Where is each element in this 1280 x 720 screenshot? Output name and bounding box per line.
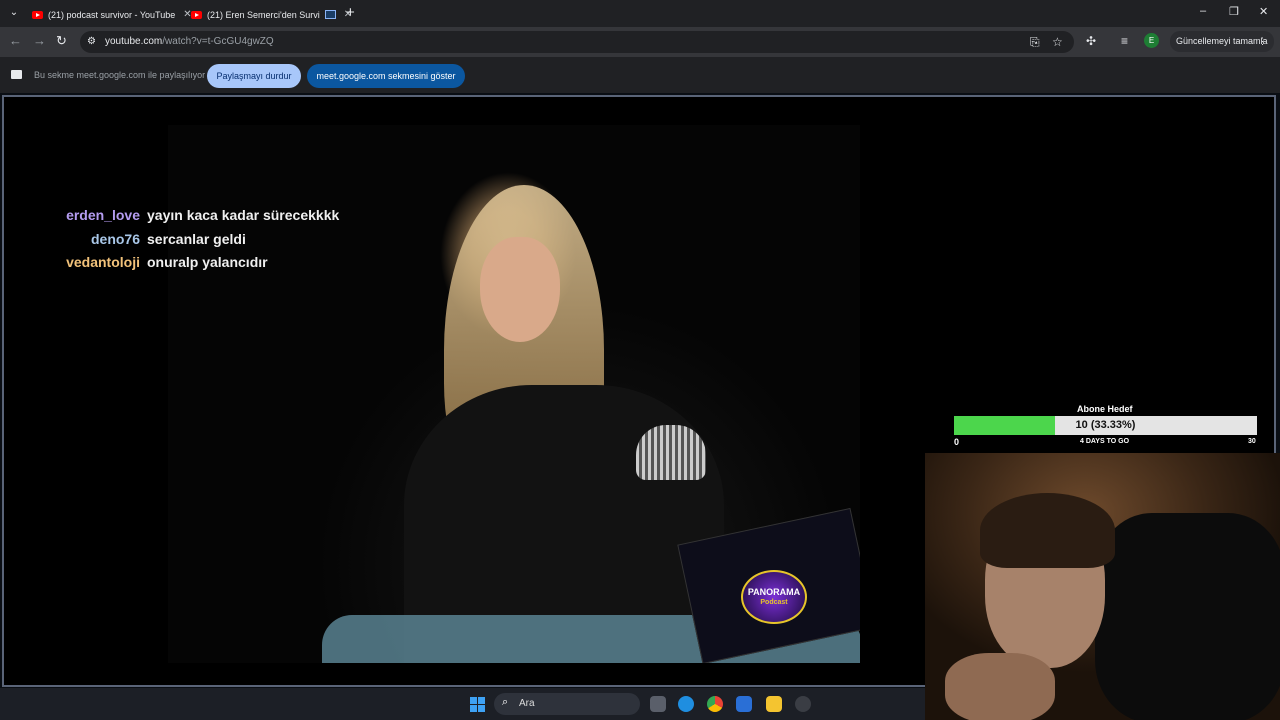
edge-icon[interactable] [678,696,694,712]
goal-min: 0 [954,437,960,447]
tab-strip: ⌄ (21) podcast survivor - YouTube ✕ (21)… [0,0,1280,27]
arrow-left-icon[interactable]: ← [9,33,22,49]
chat-message: deno76 sercanlar geldi [0,231,400,253]
goal-days-left: 4 DAYS TO GO [1080,438,1130,445]
star-icon[interactable]: ☆ [1052,35,1063,49]
tab-eren-semerci[interactable]: (21) Eren Semerci'den Survi ✕ [191,4,352,25]
search-label: Ara [519,698,535,709]
video-player[interactable]: PANORAMA Podcast [168,125,860,663]
site-info-icon[interactable]: ⚙ [87,36,98,47]
chrome-icon[interactable] [707,696,723,712]
settings-icon[interactable] [795,696,811,712]
close-window-button[interactable]: ✕ [1259,5,1268,18]
search-icon: ⌕ [502,696,509,708]
tab-search-icon[interactable]: ⌄ [6,5,22,21]
taskbar: ⌕ Ara [0,688,925,720]
chat-text: onuralp yalancıdır [147,254,268,270]
youtube-icon [191,10,202,19]
url-text[interactable]: youtube.com/watch?v=t-GcGU4gwZQ [105,36,274,47]
goal-max: 30 [1248,438,1256,445]
tab-podcast-survivor[interactable]: (21) podcast survivor - YouTube ✕ [32,4,192,25]
tab-title: (21) Eren Semerci'den Survi [207,9,320,20]
youtube-icon [32,10,43,19]
sharing-icon [324,10,336,19]
maximize-button[interactable]: ❐ [1229,5,1239,18]
webcam-overlay [925,453,1280,720]
webcam-scene [945,653,1055,720]
chat-username: deno76 [90,231,140,247]
chat-message: erden_love yayın kaca kadar sürecekkkk [0,207,400,229]
update-button[interactable]: Güncellemeyi tamamla ⋮ [1170,31,1274,52]
media-control-icon[interactable]: ≡ [1121,34,1128,48]
profile-avatar[interactable]: E [1144,33,1159,48]
goal-progress-bar: 10 (33.33%) [954,416,1257,435]
minimize-button[interactable]: – [1200,5,1206,17]
mail-icon[interactable] [736,696,752,712]
install-app-icon[interactable]: ⎘ [1030,35,1040,49]
taskbar-search[interactable]: ⌕ Ara [494,693,640,715]
logo-subtext: Podcast [760,599,788,606]
logo-text: PANORAMA [747,587,801,597]
task-view-icon[interactable] [650,696,666,712]
browser-toolbar: ← → ↻ ⚙ youtube.com/watch?v=t-GcGU4gwZQ … [0,27,1280,57]
tab-title: (21) podcast survivor - YouTube [48,9,176,20]
address-bar[interactable]: ⚙ youtube.com/watch?v=t-GcGU4gwZQ ⎘ ☆ [80,31,1074,53]
goal-progress-text: 10 (33.33%) [1075,419,1136,431]
stop-sharing-button[interactable]: Paylaşmayı durdur [207,64,301,88]
goal-title: Abone Hedef [1077,404,1133,414]
chat-text: sercanlar geldi [147,231,246,247]
reload-icon[interactable]: ↻ [56,33,67,49]
chat-username: vedantoloji [66,254,140,270]
webcam-scene [1095,513,1280,720]
webcam-scene [980,493,1115,568]
tab-sharing-bar: Bu sekme meet.google.com ile paylaşılıyo… [0,57,1280,93]
screen-share-icon [11,70,22,79]
show-meet-tab-button[interactable]: meet.google.com sekmesini göster [307,64,465,88]
new-tab-button[interactable]: + [346,5,355,21]
chat-text: yayın kaca kadar sürecekkkk [147,207,340,223]
chat-username: erden_love [66,207,140,223]
more-menu-icon[interactable]: ⋮ [1258,31,1267,52]
extensions-icon[interactable]: ✣ [1086,34,1096,48]
panorama-logo: PANORAMA Podcast [741,570,807,624]
arrow-right-icon[interactable]: → [33,33,46,49]
windows-start-icon[interactable] [470,697,485,712]
chat-message: vedantoloji onuralp yalancıdır [0,254,400,276]
microphone [636,425,706,480]
sharing-message: Bu sekme meet.google.com ile paylaşılıyo… [34,70,206,80]
file-explorer-icon[interactable] [766,696,782,712]
video-scene [480,237,560,342]
